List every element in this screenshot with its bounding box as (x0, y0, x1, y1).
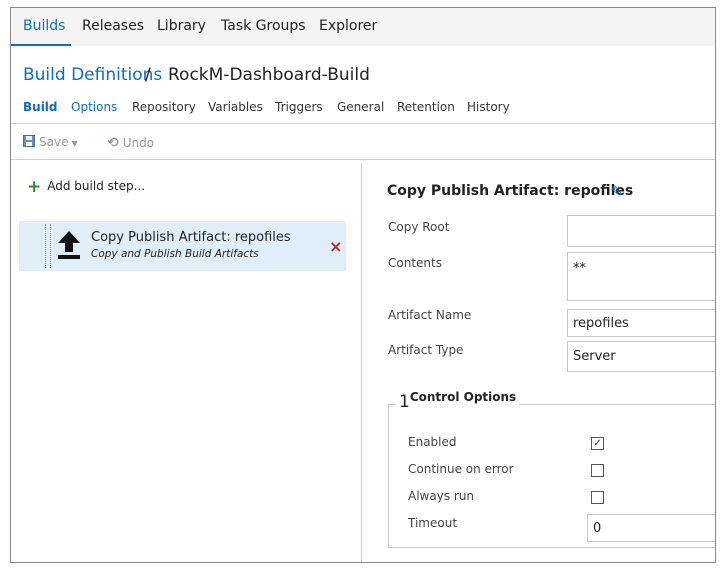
tab-task-groups[interactable]: Task Groups (221, 18, 306, 34)
pane-divider (361, 163, 362, 562)
add-build-step-label: Add build step... (47, 179, 146, 193)
pencil-icon[interactable]: ✎ (611, 184, 623, 200)
copy-root-field[interactable] (567, 215, 715, 247)
continue-on-error-checkbox[interactable] (591, 464, 604, 477)
contents-field[interactable]: ** (567, 252, 715, 301)
save-label: Save (39, 135, 69, 149)
tab-options[interactable]: Options (71, 100, 117, 114)
artifact-type-label: Artifact Type (388, 343, 464, 357)
enabled-checkbox[interactable]: ✓ (591, 437, 604, 450)
active-tab-indicator (11, 44, 71, 46)
page-title: RockM-Dashboard-Build (168, 65, 370, 85)
control-options-title: Control Options (409, 390, 517, 404)
timeout-label: Timeout (408, 516, 458, 530)
control-options-number: 1 (399, 392, 410, 412)
control-options-legend[interactable]: 1Control Options (396, 390, 520, 412)
breadcrumb-separator: / (145, 65, 151, 85)
plus-icon: + (27, 177, 42, 197)
always-run-label: Always run (408, 489, 475, 503)
save-button[interactable]: Save ▼ (23, 135, 78, 149)
tab-build[interactable]: Build (23, 100, 58, 114)
contents-label: Contents (388, 256, 442, 270)
tab-explorer[interactable]: Explorer (319, 18, 377, 34)
tab-retention[interactable]: Retention (397, 100, 455, 114)
tab-triggers[interactable]: Triggers (275, 100, 323, 114)
tab-repository[interactable]: Repository (132, 100, 196, 114)
undo-label: Undo (122, 136, 155, 150)
always-run-checkbox[interactable] (591, 491, 604, 504)
toolbar-divider (11, 159, 715, 160)
step-title: Copy Publish Artifact: repofiles (91, 230, 291, 245)
tab-releases[interactable]: Releases (82, 18, 144, 34)
enabled-label: Enabled (408, 435, 457, 449)
undo-button[interactable]: ⟲ Undo (107, 135, 154, 151)
tab-history[interactable]: History (467, 100, 510, 114)
step-subtitle: Copy and Publish Build Artifacts (91, 248, 259, 260)
chevron-down-icon[interactable]: ▼ (71, 139, 77, 148)
tab-general[interactable]: General (337, 100, 384, 114)
tab-builds[interactable]: Builds (23, 18, 65, 34)
task-title: Copy Publish Artifact: repofiles (387, 183, 634, 199)
tab-variables[interactable]: Variables (208, 100, 263, 114)
hub-nav: Builds Releases Library Task Groups Expl… (11, 8, 715, 46)
timeout-field[interactable]: 0 (587, 514, 715, 542)
save-icon (23, 135, 35, 147)
artifact-type-select[interactable]: Server (567, 341, 715, 372)
tab-library[interactable]: Library (157, 18, 206, 34)
add-build-step-button[interactable]: + Add build step... (27, 177, 145, 197)
build-definition-window: Builds Releases Library Task Groups Expl… (10, 7, 716, 563)
build-step-item[interactable]: Copy Publish Artifact: repofiles Copy an… (19, 221, 346, 271)
undo-icon: ⟲ (107, 135, 119, 151)
artifact-name-field[interactable]: repofiles (567, 309, 715, 337)
copy-root-label: Copy Root (388, 220, 450, 234)
tabs-divider (11, 123, 715, 124)
artifact-name-label: Artifact Name (388, 308, 472, 322)
continue-on-error-label: Continue on error (408, 462, 514, 476)
upload-icon (58, 231, 80, 259)
close-icon[interactable]: × (329, 237, 342, 256)
breadcrumb-build-definitions[interactable]: Build Definitions (23, 65, 162, 85)
drag-handle[interactable] (45, 224, 51, 268)
